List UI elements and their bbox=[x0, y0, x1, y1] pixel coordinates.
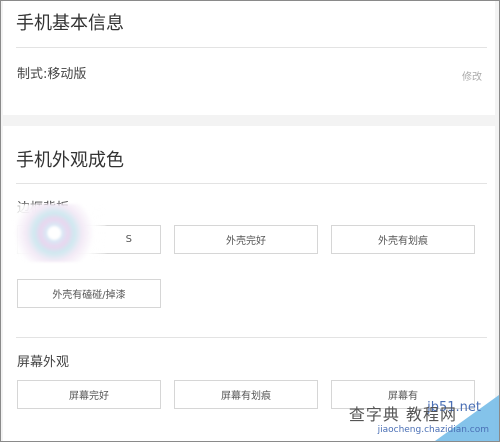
section-title-basic-info: 手机基本信息 bbox=[16, 13, 124, 34]
blurred-image-overlay bbox=[12, 204, 106, 262]
frame-option-1-label: S bbox=[125, 234, 132, 245]
basic-info-card: 手机基本信息 制式:移动版 修改 bbox=[3, 1, 495, 115]
option-label: 外壳完好 bbox=[226, 236, 266, 247]
watermark-corner-fold bbox=[435, 395, 499, 441]
divider bbox=[16, 47, 487, 48]
frame-option-shell-intact[interactable]: 外壳完好 bbox=[174, 225, 318, 254]
section-title-appearance: 手机外观成色 bbox=[16, 150, 124, 171]
option-label: 屏幕有 bbox=[388, 391, 418, 402]
screen-option-scratched[interactable]: 屏幕有划痕 bbox=[174, 380, 318, 409]
appearance-card: 手机外观成色 边框背板 S 外壳完好 外壳有划痕 外壳有磕碰/掉漆 屏幕外观 屏… bbox=[3, 126, 495, 441]
divider bbox=[16, 183, 487, 184]
divider bbox=[16, 337, 487, 338]
option-label: 外壳有磕碰/掉漆 bbox=[52, 290, 126, 301]
option-label: 外壳有划痕 bbox=[378, 236, 428, 247]
spec-label: 制式:移动版 bbox=[17, 67, 87, 82]
option-label: 屏幕有划痕 bbox=[221, 391, 271, 402]
option-label: 屏幕完好 bbox=[69, 391, 109, 402]
frame-option-shell-scratched[interactable]: 外壳有划痕 bbox=[331, 225, 475, 254]
screen-option-intact[interactable]: 屏幕完好 bbox=[17, 380, 161, 409]
screen-appearance-label: 屏幕外观 bbox=[17, 355, 70, 370]
screenshot-frame: 手机基本信息 制式:移动版 修改 手机外观成色 边框背板 S 外壳完好 外壳有划… bbox=[0, 0, 500, 442]
edit-link[interactable]: 修改 bbox=[462, 68, 482, 83]
frame-option-shell-dented[interactable]: 外壳有磕碰/掉漆 bbox=[17, 279, 161, 308]
